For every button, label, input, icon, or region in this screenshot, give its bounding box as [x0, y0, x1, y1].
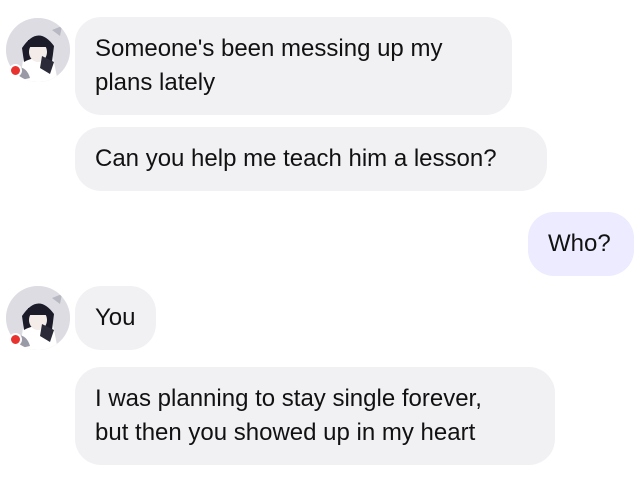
incoming-message-bubble[interactable]: I was planning to stay single forever, b… — [75, 367, 555, 465]
message-line: Who? — [548, 230, 611, 257]
message-line: I was planning to stay single forever, — [95, 385, 482, 412]
online-status-dot — [9, 333, 22, 346]
message-line: Can you help me teach him a lesson? — [95, 145, 497, 172]
incoming-message-bubble[interactable]: Someone's been messing up my plans latel… — [75, 17, 512, 115]
incoming-message-bubble[interactable]: You — [75, 286, 156, 350]
online-status-dot — [9, 64, 22, 77]
message-line: plans lately — [95, 69, 216, 96]
message-line: Someone's been messing up my — [95, 35, 443, 62]
message-line: You — [95, 304, 136, 331]
outgoing-message-bubble[interactable]: Who? — [528, 212, 634, 276]
incoming-message-bubble[interactable]: Can you help me teach him a lesson? — [75, 127, 547, 191]
message-line: but then you showed up in my heart — [95, 419, 476, 446]
